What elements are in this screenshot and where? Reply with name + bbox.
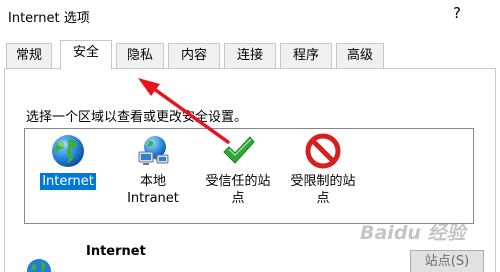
zone-intranet-label: 本地 Intranet [127, 174, 179, 206]
network-icon [138, 136, 169, 165]
zone-restricted-label: 受限制的站 点 [290, 174, 356, 206]
globe-icon [52, 135, 84, 167]
tab-general[interactable]: 常规 [6, 43, 52, 69]
tab-advanced[interactable]: 高级 [336, 43, 384, 69]
zone-trusted-label: 受信任的站 点 [205, 174, 271, 206]
help-button[interactable]: ? [450, 4, 464, 22]
zone-trusted-sites[interactable]: 受信任的站 点 [197, 133, 279, 207]
tab-strip: 常规 安全 隐私 内容 连接 程序 高级 [4, 40, 496, 70]
title-bar: Internet 选项 ? [0, 0, 500, 30]
zone-internet[interactable]: Internet [27, 133, 109, 190]
zone-local-intranet[interactable]: 本地 Intranet [112, 133, 194, 207]
zone-heading: Internet [86, 244, 146, 259]
sites-button[interactable]: 站点(S) [410, 250, 484, 272]
no-entry-icon [305, 133, 341, 169]
window-title: Internet 选项 [8, 11, 90, 26]
tab-content[interactable]: 内容 [168, 43, 220, 69]
zone-instruction: 选择一个区域以查看或更改安全设置。 [26, 110, 248, 125]
watermark: Baidu 经验 [360, 222, 466, 244]
zone-internet-label: Internet [40, 173, 96, 190]
tab-connections[interactable]: 连接 [224, 43, 276, 69]
zone-restricted-sites[interactable]: 受限制的站 点 [282, 133, 364, 207]
zone-globe-icon [27, 259, 51, 272]
checkmark-icon [223, 136, 255, 164]
tab-programs[interactable]: 程序 [280, 43, 332, 69]
tab-privacy[interactable]: 隐私 [116, 43, 164, 69]
tab-security[interactable]: 安全 [60, 40, 112, 70]
